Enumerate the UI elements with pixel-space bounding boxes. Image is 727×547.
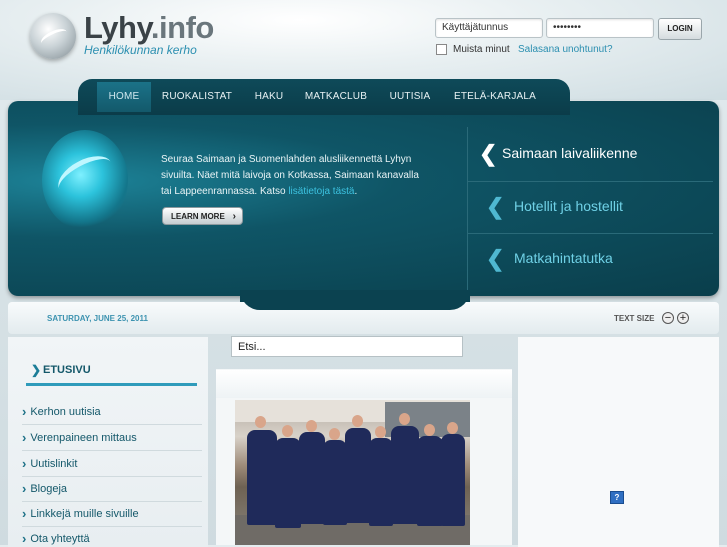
sidebar-item-uutislinkit[interactable]: › Uutislinkit <box>22 456 77 471</box>
divider <box>22 501 202 502</box>
logo-swirl-icon[interactable] <box>30 13 76 59</box>
sidebar-item-label: Blogeja <box>30 482 68 495</box>
chevron-right-icon: › <box>22 531 27 546</box>
hero-text-line-3: tai Lappeenrannassa. Katso lisätietoja t… <box>161 184 456 200</box>
chevron-right-icon: › <box>22 430 27 445</box>
divider <box>22 424 202 425</box>
photo-person-head <box>352 415 363 427</box>
photo-person-head <box>447 422 458 434</box>
nav-etela-karjala[interactable]: ETELÄ-KARJALA <box>447 82 543 112</box>
chevron-right-icon: ❯ <box>31 363 42 377</box>
divider <box>22 450 202 451</box>
text-size-label: TEXT SIZE <box>614 314 655 323</box>
increase-text-size-icon[interactable]: + <box>677 312 689 324</box>
remember-label: Muista minut <box>453 44 510 55</box>
chevron-left-icon: ❮ <box>486 246 505 271</box>
hero-text: Seuraa Saimaan ja Suomenlahden alusliike… <box>161 152 456 200</box>
main-content-header <box>216 370 512 398</box>
remember-checkbox[interactable] <box>436 44 447 55</box>
group-photo <box>235 400 470 545</box>
nav-ruokalistat[interactable]: RUOKALISTAT <box>156 82 238 112</box>
photo-person-head <box>375 426 386 438</box>
sidebar-item-linkkeja[interactable]: › Linkkejä muille sivuille <box>22 506 139 521</box>
password-field[interactable]: •••••••• <box>546 18 654 38</box>
chevron-right-icon: › <box>22 404 27 419</box>
right-column <box>518 337 719 547</box>
help-icon[interactable]: ? <box>610 491 624 504</box>
divider <box>22 526 202 527</box>
hero-bottom-cap <box>240 290 470 310</box>
nav-matkaclub[interactable]: MATKACLUB <box>300 82 372 112</box>
side-item-hotellit[interactable]: Hotellit ja hostellit <box>514 198 623 214</box>
nav-uutisia[interactable]: UUTISIA <box>384 82 436 112</box>
site-logo[interactable]: Lyhy.info <box>84 10 214 46</box>
forgot-password-link[interactable]: Salasana unohtunut? <box>518 44 613 55</box>
sidebar-title-underline <box>26 383 197 386</box>
sidebar-item-kerhon-uutisia[interactable]: › Kerhon uutisia <box>22 404 101 419</box>
photo-person <box>299 432 325 524</box>
hero-text-line-3-suffix: . <box>354 186 358 197</box>
nav-home[interactable]: HOME <box>97 82 151 112</box>
photo-person <box>391 426 419 524</box>
photo-person <box>369 438 393 526</box>
login-button[interactable]: LOGIN <box>658 18 702 40</box>
photo-person <box>345 428 371 523</box>
sidebar-item-label: Uutislinkit <box>30 457 78 470</box>
logo-tld: .info <box>150 10 214 45</box>
chevron-left-icon: ❮ <box>479 141 498 166</box>
photo-person <box>441 434 465 526</box>
hero-info-link[interactable]: lisätietoja tästä <box>288 186 354 197</box>
side-item-matkahintatutka[interactable]: Matkahintatutka <box>514 250 613 266</box>
photo-person-head <box>306 420 317 432</box>
photo-person-head <box>424 424 435 436</box>
decrease-text-size-icon[interactable]: − <box>662 312 674 324</box>
photo-person <box>247 430 277 525</box>
sidebar-item-label: Kerhon uutisia <box>30 405 101 418</box>
divider <box>22 476 202 477</box>
sidebar-item-label: Verenpaineen mittaus <box>30 431 137 444</box>
remember-me[interactable]: Muista minut <box>436 44 510 55</box>
chevron-right-icon: › <box>232 211 236 222</box>
hero-text-line-3-prefix: tai Lappeenrannassa. Katso <box>161 186 289 197</box>
search-input[interactable]: Etsi... <box>231 336 463 357</box>
chevron-right-icon: › <box>22 506 27 521</box>
sidebar-item-blogeja[interactable]: › Blogeja <box>22 481 67 496</box>
photo-person-head <box>255 416 266 428</box>
learn-more-label: LEARN MORE <box>171 212 225 221</box>
sidebar-title[interactable]: ETUSIVU <box>43 364 91 376</box>
sidebar-item-label: Linkkejä muille sivuille <box>30 507 139 520</box>
chevron-left-icon: ❮ <box>486 194 505 219</box>
username-field[interactable]: Käyttäjätunnus <box>435 18 543 38</box>
photo-person-head <box>399 413 410 425</box>
site-tagline: Henkilökunnan kerho <box>84 43 197 57</box>
logo-main: Lyhy <box>84 10 151 45</box>
sidebar-item-verenpaineen-mittaus[interactable]: › Verenpaineen mittaus <box>22 430 137 445</box>
current-date: SATURDAY, JUNE 25, 2011 <box>47 314 148 323</box>
hero-text-line-2: sivuilta. Näet mitä laivoja on Kotkassa,… <box>161 170 419 181</box>
nav-haku[interactable]: HAKU <box>249 82 289 112</box>
photo-person <box>275 438 301 528</box>
chevron-right-icon: › <box>22 456 27 471</box>
sidebar-item-ota-yhteytta[interactable]: › Ota yhteyttä <box>22 531 90 546</box>
learn-more-button[interactable]: LEARN MORE › <box>162 207 243 225</box>
photo-person <box>417 436 443 526</box>
chevron-right-icon: › <box>22 481 27 496</box>
photo-person-head <box>282 425 293 437</box>
photo-person <box>323 440 347 525</box>
photo-person-head <box>329 428 340 440</box>
side-item-saimaan-laivaliikenne[interactable]: Saimaan laivaliikenne <box>502 145 637 161</box>
hero-text-line-1: Seuraa Saimaan ja Suomenlahden alusliike… <box>161 154 412 165</box>
swirl-graphic-icon <box>42 130 128 230</box>
sidebar-item-label: Ota yhteyttä <box>30 532 90 545</box>
